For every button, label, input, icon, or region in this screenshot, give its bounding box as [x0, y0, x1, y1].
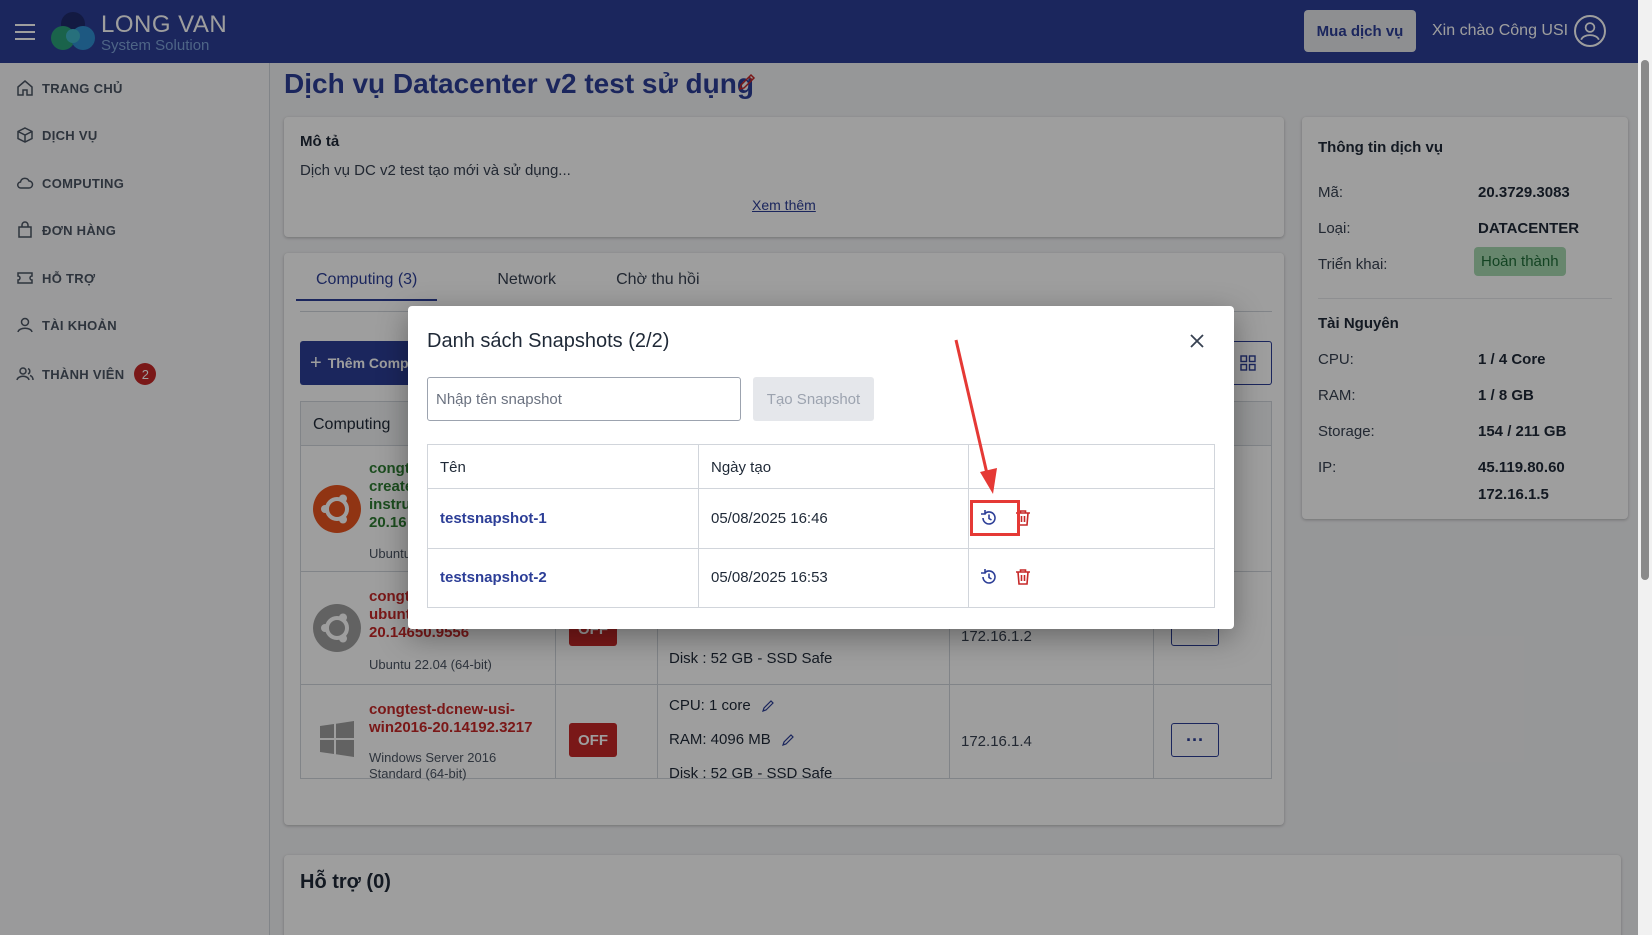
page-scrollbar[interactable]: [1638, 0, 1652, 935]
restore-snapshot-icon[interactable]: [979, 567, 999, 587]
close-icon[interactable]: [1188, 332, 1206, 350]
scrollbar-thumb[interactable]: [1641, 60, 1649, 580]
column-header-date: Ngày tạo: [711, 459, 772, 476]
snapshot-date: 05/08/2025 16:46: [711, 510, 828, 527]
delete-snapshot-icon[interactable]: [1013, 567, 1033, 587]
column-header-name: Tên: [440, 459, 466, 476]
snapshot-name-link[interactable]: testsnapshot-2: [440, 569, 547, 586]
annotation-highlight-box: [970, 500, 1020, 536]
table-row: testsnapshot-1 05/08/2025 16:46: [428, 488, 1214, 548]
column-divider: [968, 445, 969, 607]
snapshot-name-link[interactable]: testsnapshot-1: [440, 510, 547, 527]
snapshots-table: Tên Ngày tạo testsnapshot-1 05/08/2025 1…: [427, 444, 1215, 608]
snapshot-name-input[interactable]: [427, 377, 741, 421]
column-divider: [698, 445, 699, 607]
dialog-title: Danh sách Snapshots (2/2): [427, 330, 670, 352]
snapshots-dialog: Danh sách Snapshots (2/2) Tạo Snapshot T…: [408, 306, 1234, 629]
table-row: testsnapshot-2 05/08/2025 16:53: [428, 548, 1214, 608]
snapshot-date: 05/08/2025 16:53: [711, 569, 828, 586]
create-snapshot-button[interactable]: Tạo Snapshot: [753, 377, 874, 421]
